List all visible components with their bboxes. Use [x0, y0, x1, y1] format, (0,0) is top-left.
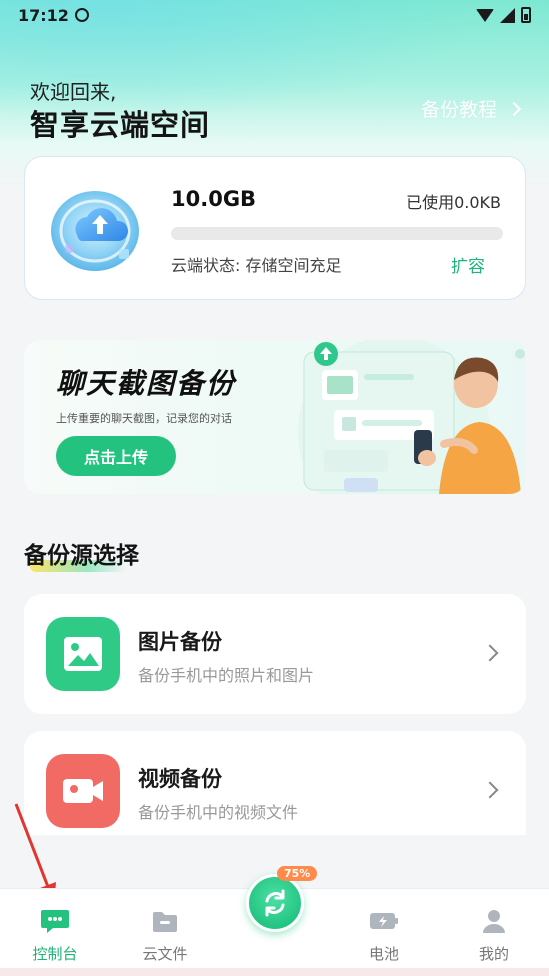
banner-subtitle: 上传重要的聊天截图，记录您的对话 [56, 412, 232, 425]
chat-bubble-icon [40, 907, 70, 935]
notification-face-icon [74, 8, 89, 22]
backup-tutorial-link[interactable]: 备份教程 [420, 95, 522, 122]
storage-used: 已使用0.0KB [406, 193, 501, 212]
video-backup-subtitle: 备份手机中的视频文件 [138, 803, 299, 822]
tab-profile[interactable]: 我的 [439, 889, 549, 976]
storage-total: 10.0GB [171, 187, 257, 211]
video-backup-title: 视频备份 [138, 767, 222, 791]
image-backup-title: 图片备份 [138, 630, 222, 654]
cloud-status-text: 云端状态: 存储空间充足 [171, 256, 342, 275]
tab-cloud-files-label: 云文件 [142, 945, 188, 963]
cloud-upload-illustration-icon [51, 191, 139, 271]
wifi-icon [476, 8, 494, 22]
battery-status-icon [521, 7, 531, 23]
upload-button[interactable]: 点击上传 [56, 436, 176, 476]
user-icon [479, 907, 509, 935]
image-icon [46, 617, 120, 691]
tab-cloud-files[interactable]: 云文件 [110, 889, 220, 976]
bottom-edge [0, 968, 549, 976]
tab-battery-label: 电池 [368, 945, 399, 963]
section-title: 备份源选择 [24, 543, 139, 569]
welcome-text: 欢迎回来, [30, 80, 117, 104]
sync-progress-badge: 75% [277, 866, 318, 881]
tab-console[interactable]: 控制台 [0, 889, 110, 976]
folder-icon [150, 907, 180, 935]
chat-screenshot-banner[interactable]: 聊天截图备份 上传重要的聊天截图，记录您的对话 点击上传 [24, 340, 526, 494]
expand-storage-button[interactable]: 扩容 [451, 252, 485, 277]
chevron-right-icon [506, 101, 522, 116]
sync-icon [265, 889, 285, 917]
image-backup-card[interactable]: 图片备份 备份手机中的照片和图片 [24, 594, 526, 714]
status-bar: 17:12 [0, 0, 549, 30]
status-time: 17:12 [18, 5, 69, 25]
backup-tutorial-label: 备份教程 [420, 99, 497, 121]
banner-title: 聊天截图备份 [56, 367, 237, 400]
page-title: 智享云端空间 [30, 108, 211, 142]
storage-card: 10.0GB 已使用0.0KB 云端状态: 存储空间充足 扩容 [24, 156, 526, 300]
tab-profile-label: 我的 [478, 945, 509, 963]
chevron-right-icon [481, 781, 499, 799]
storage-progress-bar [171, 227, 503, 240]
image-backup-subtitle: 备份手机中的照片和图片 [138, 666, 315, 685]
chevron-right-icon [481, 644, 499, 662]
video-backup-card[interactable]: 视频备份 备份手机中的视频文件 [24, 731, 526, 835]
battery-icon [369, 907, 399, 935]
tab-battery[interactable]: 电池 [329, 889, 439, 976]
sync-button[interactable] [246, 874, 304, 932]
person-phone-illustration-icon [298, 340, 525, 494]
tab-console-label: 控制台 [32, 945, 78, 963]
signal-icon [500, 7, 515, 23]
